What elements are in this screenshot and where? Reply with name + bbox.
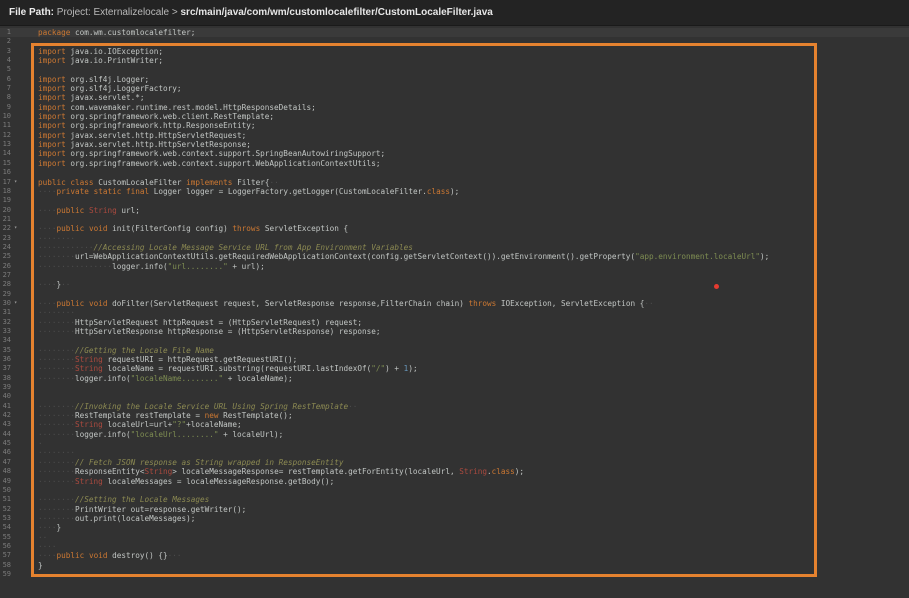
line-number[interactable]: 58	[0, 561, 11, 570]
line-number[interactable]: 37	[0, 364, 11, 373]
line-number[interactable]: 4	[0, 56, 11, 65]
line-number[interactable]: 13	[0, 140, 11, 149]
code-token: com.wm.customlocalefilter;	[70, 28, 195, 37]
error-marker-dot	[714, 284, 719, 289]
code-line[interactable]: 1 package com.wm.customlocalefilter;	[0, 28, 769, 37]
line-number[interactable]: 45	[0, 439, 11, 448]
line-number[interactable]: 3	[0, 47, 11, 56]
line-number[interactable]: 47	[0, 458, 11, 467]
line-number[interactable]: 11	[0, 121, 11, 130]
line-number[interactable]: 23	[0, 234, 11, 243]
line-number[interactable]: 18	[0, 187, 11, 196]
line-number[interactable]: 12	[0, 131, 11, 140]
line-number[interactable]: 25	[0, 252, 11, 261]
line-number[interactable]: 42	[0, 411, 11, 420]
line-number[interactable]: 34	[0, 336, 11, 345]
line-number[interactable]: 7	[0, 84, 11, 93]
line-number[interactable]: 39	[0, 383, 11, 392]
line-number[interactable]: 9	[0, 103, 11, 112]
line-number[interactable]: 57	[0, 551, 11, 560]
line-number[interactable]: 51	[0, 495, 11, 504]
line-number[interactable]: 24	[0, 243, 11, 252]
line-number[interactable]: 56	[0, 542, 11, 551]
line-number[interactable]: 46	[0, 448, 11, 457]
line-number[interactable]: 53	[0, 514, 11, 523]
line-number[interactable]: 5	[0, 65, 11, 74]
line-number[interactable]: 19	[0, 196, 11, 205]
line-number[interactable]: 54	[0, 523, 11, 532]
line-number[interactable]: 27	[0, 271, 11, 280]
line-number[interactable]: 1	[0, 28, 11, 37]
line-number[interactable]: 43	[0, 420, 11, 429]
line-number[interactable]: 50	[0, 486, 11, 495]
line-number[interactable]: 21	[0, 215, 11, 224]
line-number[interactable]: 16	[0, 168, 11, 177]
line-number[interactable]: 8	[0, 93, 11, 102]
line-number[interactable]: 15	[0, 159, 11, 168]
line-number[interactable]: 10	[0, 112, 11, 121]
code-editor-window: File Path: Project: Externalizelocale > …	[0, 0, 909, 598]
line-number[interactable]: 32	[0, 318, 11, 327]
line-number[interactable]: 41	[0, 402, 11, 411]
line-number[interactable]: 44	[0, 430, 11, 439]
line-number[interactable]: 30	[0, 299, 11, 308]
line-number[interactable]: 22	[0, 224, 11, 233]
file-path-project: Project: Externalizelocale	[54, 7, 172, 18]
code-token: package	[38, 28, 70, 37]
line-number[interactable]: 36	[0, 355, 11, 364]
line-number[interactable]: 28	[0, 280, 11, 289]
highlight-box	[31, 43, 817, 577]
line-number[interactable]: 40	[0, 392, 11, 401]
line-number[interactable]: 14	[0, 149, 11, 158]
line-number[interactable]: 26	[0, 262, 11, 271]
file-path-value: src/main/java/com/wm/customlocalefilter/…	[180, 7, 492, 18]
file-path-label: File Path:	[9, 7, 54, 18]
line-number[interactable]: 52	[0, 505, 11, 514]
file-path-bar: File Path: Project: Externalizelocale > …	[0, 0, 909, 26]
line-number[interactable]: 59	[0, 570, 11, 579]
line-number[interactable]: 49	[0, 477, 11, 486]
line-number[interactable]: 17	[0, 178, 11, 187]
line-number[interactable]: 2	[0, 37, 11, 46]
line-number[interactable]: 48	[0, 467, 11, 476]
line-number[interactable]: 38	[0, 374, 11, 383]
breadcrumb-separator: >	[172, 7, 181, 18]
editor-area[interactable]: 1package com.wm.customlocalefilter;23imp…	[0, 26, 909, 598]
line-number[interactable]: 35	[0, 346, 11, 355]
line-number[interactable]: 6	[0, 75, 11, 84]
line-number[interactable]: 55	[0, 533, 11, 542]
line-number[interactable]: 20	[0, 206, 11, 215]
line-number[interactable]: 33	[0, 327, 11, 336]
line-number[interactable]: 29	[0, 290, 11, 299]
line-number[interactable]: 31	[0, 308, 11, 317]
